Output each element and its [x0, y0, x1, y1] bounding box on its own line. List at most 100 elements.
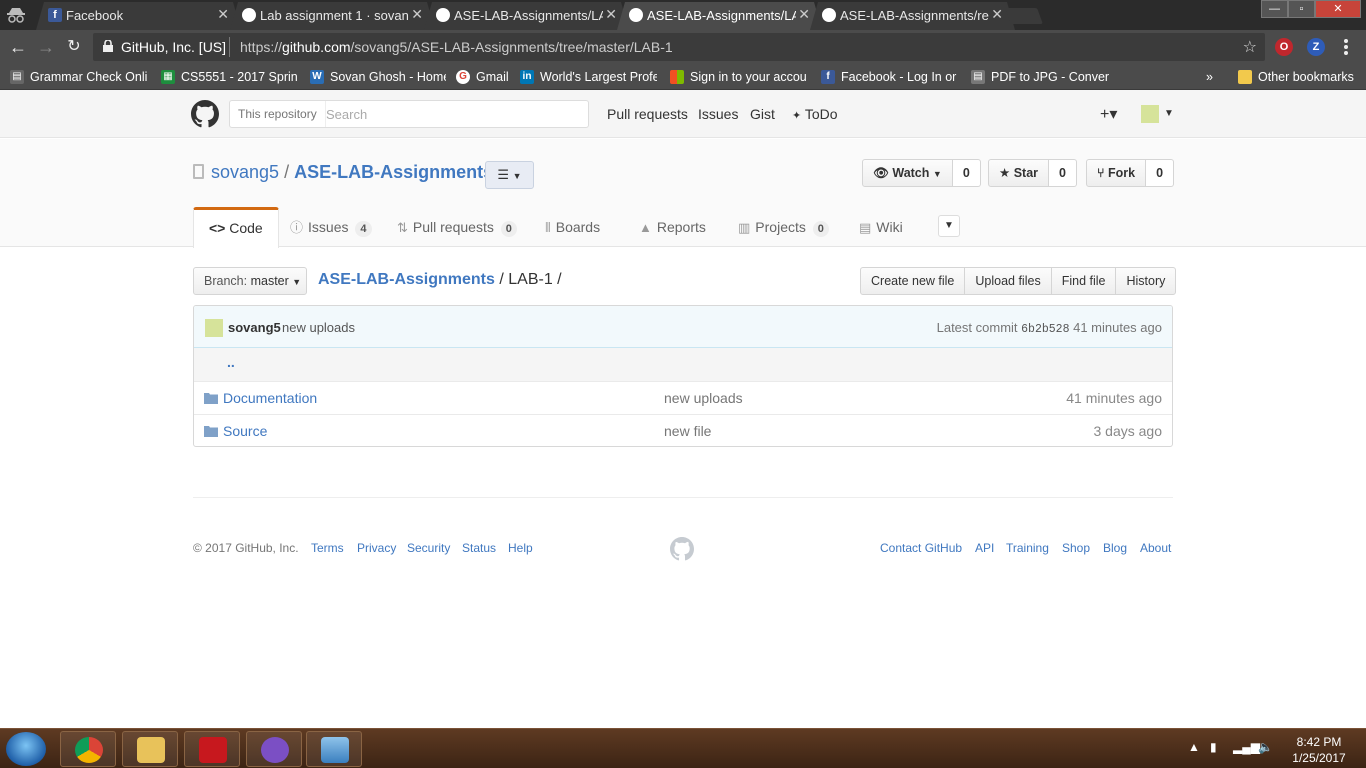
network-icon[interactable]: ▂▄▆: [1233, 740, 1260, 754]
taskbar-acrobat[interactable]: [184, 731, 240, 767]
repo-name-link[interactable]: ASE-LAB-Assignments: [294, 162, 493, 182]
tab-wiki[interactable]: ▤ Wiki: [859, 207, 903, 247]
chevron-down-icon[interactable]: ▼: [1164, 108, 1174, 119]
picture-icon: [321, 737, 349, 763]
taskbar-app[interactable]: [246, 731, 302, 767]
taskbar-explorer[interactable]: [122, 731, 178, 767]
footer-link-privacy[interactable]: Privacy: [357, 541, 396, 555]
upload-files-button[interactable]: Upload files: [964, 267, 1052, 295]
opera-extension-icon[interactable]: O: [1275, 38, 1293, 56]
bookmark-item[interactable]: W Sovan Ghosh - Home: [310, 68, 446, 86]
start-button[interactable]: [6, 732, 46, 766]
forward-icon[interactable]: →: [36, 37, 56, 57]
parent-directory-link[interactable]: ..: [227, 354, 235, 370]
volume-icon[interactable]: 🔈: [1258, 740, 1273, 754]
battery-icon[interactable]: ▮: [1210, 740, 1217, 754]
tab-pull-requests[interactable]: ⇅ Pull requests 0: [397, 207, 517, 247]
avatar[interactable]: [1141, 105, 1159, 123]
file-commit-message[interactable]: new uploads: [664, 390, 743, 406]
tab-projects[interactable]: ▥ Projects 0: [738, 207, 829, 247]
close-icon[interactable]: ✕: [798, 6, 810, 23]
repo-owner-link[interactable]: sovang5: [211, 162, 279, 182]
taskbar-photos[interactable]: [306, 731, 362, 767]
browser-tab[interactable]: ASE-LAB-Assignments/LA ✕: [424, 2, 629, 30]
bookmark-item[interactable]: G Gmail: [456, 68, 512, 86]
address-bar[interactable]: GitHub, Inc. [US] https://github.com/sov…: [93, 33, 1265, 61]
back-icon[interactable]: ←: [8, 37, 28, 57]
tray-overflow-icon[interactable]: ▲: [1188, 740, 1200, 754]
bookmark-star-icon[interactable]: ☆: [1243, 37, 1257, 57]
close-icon[interactable]: ✕: [217, 6, 229, 23]
bookmarks-overflow-button[interactable]: »: [1206, 68, 1226, 86]
new-tab-button[interactable]: [1005, 8, 1043, 24]
taskbar-chrome[interactable]: [60, 731, 116, 767]
file-name-link[interactable]: Documentation: [223, 390, 317, 406]
parent-directory-row[interactable]: ..: [194, 348, 1172, 381]
clock[interactable]: 8:42 PM 1/25/2017: [1284, 734, 1354, 766]
find-file-button[interactable]: Find file: [1050, 267, 1117, 295]
browser-tab[interactable]: ASE-LAB-Assignments/re ✕: [810, 2, 1015, 30]
browser-tab-active[interactable]: ASE-LAB-Assignments/LA ✕: [617, 2, 822, 30]
menu-icon[interactable]: [1344, 38, 1350, 56]
bookmark-item[interactable]: f Facebook - Log In or S: [821, 68, 959, 86]
avatar[interactable]: [205, 319, 223, 337]
nav-pull-requests[interactable]: Pull requests: [607, 106, 688, 122]
url-text[interactable]: https://github.com/sovang5/ASE-LAB-Assig…: [240, 39, 673, 55]
footer-link-contact[interactable]: Contact GitHub: [880, 541, 962, 555]
tab-code[interactable]: <> Code: [193, 207, 279, 248]
browser-tab[interactable]: Lab assignment 1 · sovan ✕: [230, 2, 435, 30]
commit-author[interactable]: sovang5: [228, 320, 281, 335]
search-input[interactable]: [326, 103, 581, 125]
nav-todo[interactable]: ✦ ToDo: [792, 106, 838, 122]
close-icon[interactable]: ✕: [605, 6, 617, 23]
branch-select-button[interactable]: Branch: master ▼: [193, 267, 307, 295]
footer-link-api[interactable]: API: [975, 541, 994, 555]
project-list-button[interactable]: ☰ ▼: [485, 161, 534, 189]
window-close-button[interactable]: ✕: [1315, 0, 1361, 18]
tab-reports[interactable]: ▲ Reports: [639, 207, 706, 247]
star-count[interactable]: 0: [1049, 159, 1077, 187]
nav-issues[interactable]: Issues: [698, 106, 738, 122]
nav-gist[interactable]: Gist: [750, 106, 775, 122]
create-new-file-button[interactable]: Create new file: [860, 267, 966, 295]
footer-link-security[interactable]: Security: [407, 541, 450, 555]
reload-icon[interactable]: ↻: [64, 37, 84, 57]
minimize-button[interactable]: —: [1261, 0, 1288, 18]
other-bookmarks[interactable]: Other bookmarks: [1238, 68, 1364, 86]
browser-tab[interactable]: f Facebook ✕: [36, 2, 241, 30]
browser-tab-strip: f Facebook ✕ Lab assignment 1 · sovan ✕ …: [0, 0, 1366, 30]
breadcrumb-root-link[interactable]: ASE-LAB-Assignments: [318, 271, 495, 288]
bookmark-item[interactable]: ▤ PDF to JPG - Convert: [971, 68, 1109, 86]
close-icon[interactable]: ✕: [411, 6, 423, 23]
footer-link-blog[interactable]: Blog: [1103, 541, 1127, 555]
footer-link-about[interactable]: About: [1140, 541, 1171, 555]
tab-boards[interactable]: ⦀ Boards: [545, 207, 600, 247]
github-mark-icon[interactable]: [670, 537, 694, 561]
fork-button[interactable]: ⑂ Fork: [1086, 159, 1147, 187]
fork-count[interactable]: 0: [1146, 159, 1175, 187]
star-button[interactable]: ★ Star: [988, 159, 1050, 187]
footer-link-terms[interactable]: Terms: [311, 541, 344, 555]
zotero-extension-icon[interactable]: Z: [1307, 38, 1325, 56]
commit-sha[interactable]: 6b2b528: [1021, 323, 1069, 336]
commit-message[interactable]: new uploads: [282, 320, 355, 335]
bookmark-item[interactable]: in World's Largest Profe: [520, 68, 657, 86]
footer-link-training[interactable]: Training: [1006, 541, 1049, 555]
bookmark-item[interactable]: ▤ Grammar Check Onlin: [10, 68, 148, 86]
bookmark-item[interactable]: Sign in to your accou: [670, 68, 808, 86]
create-new-dropdown[interactable]: +▾: [1100, 104, 1117, 124]
footer-link-help[interactable]: Help: [508, 541, 533, 555]
footer-link-shop[interactable]: Shop: [1062, 541, 1090, 555]
github-logo-icon[interactable]: [191, 100, 219, 128]
chevron-down-icon[interactable]: ▼: [938, 215, 960, 237]
bookmark-item[interactable]: ▦ CS5551 - 2017 Spring: [161, 68, 297, 86]
file-name-link[interactable]: Source: [223, 423, 267, 439]
maximize-button[interactable]: ▫: [1288, 0, 1315, 18]
close-icon[interactable]: ✕: [991, 6, 1003, 23]
watch-count[interactable]: 0: [952, 159, 981, 187]
tab-issues[interactable]: ⓘ Issues 4: [290, 207, 372, 247]
footer-link-status[interactable]: Status: [462, 541, 496, 555]
watch-button[interactable]: 👁 Watch ▼: [862, 159, 953, 187]
history-button[interactable]: History: [1115, 267, 1177, 295]
file-commit-message[interactable]: new file: [664, 423, 711, 439]
